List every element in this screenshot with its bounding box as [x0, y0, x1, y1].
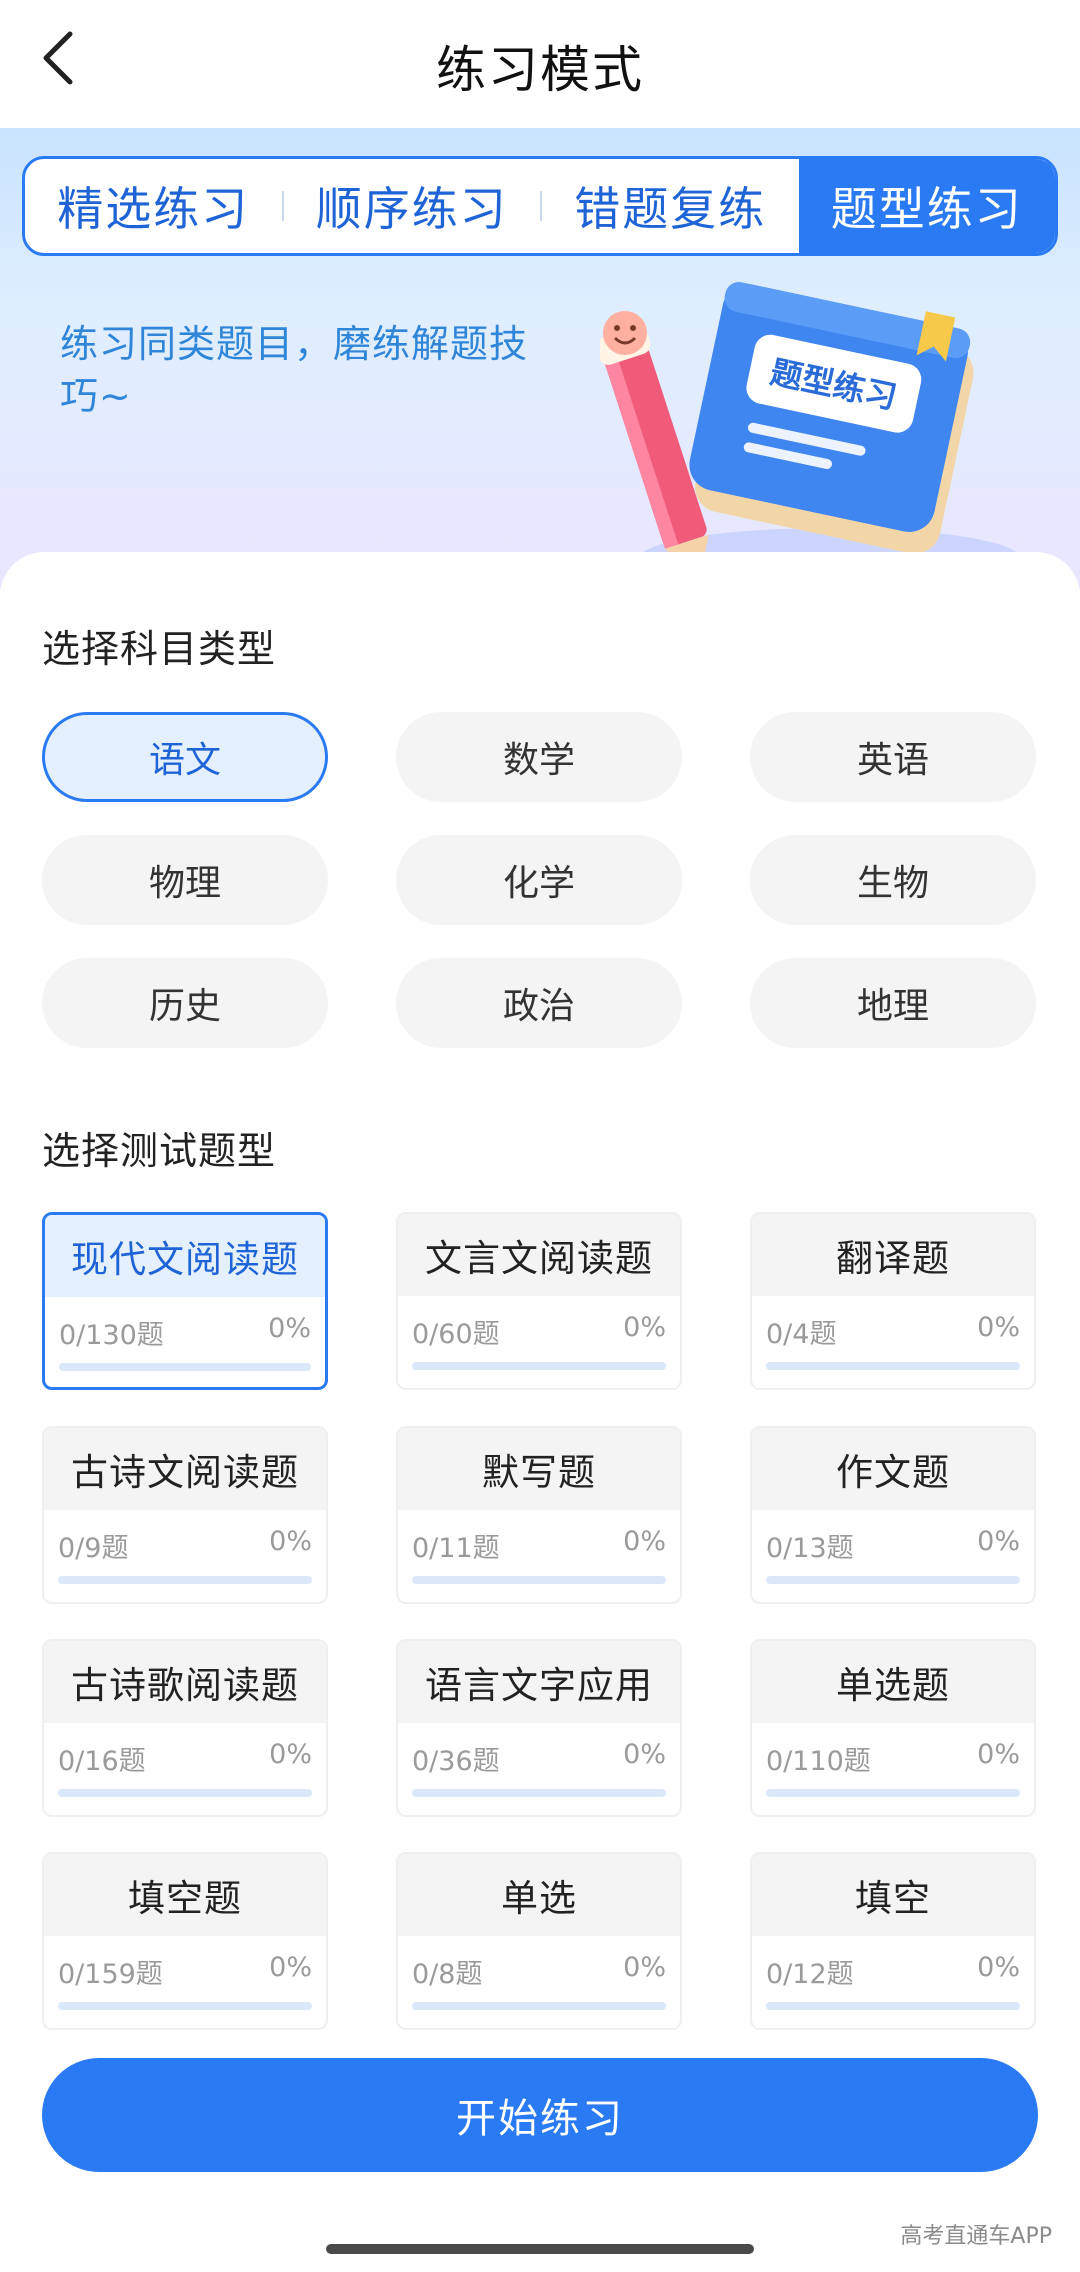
- tab-sequential-practice[interactable]: 顺序练习: [284, 159, 541, 253]
- question-count: 0/36题: [412, 1746, 500, 1777]
- question-type-card[interactable]: 文言文阅读题 0/60题 0%: [396, 1212, 682, 1390]
- question-type-label: 填空题: [44, 1854, 326, 1936]
- progress-bar: [412, 1362, 666, 1370]
- progress-percent: 0%: [269, 1739, 312, 1770]
- page-title: 练习模式: [436, 41, 644, 99]
- question-type-card[interactable]: 单选 0/8题 0%: [396, 1852, 682, 2030]
- question-count: 0/130题: [59, 1320, 164, 1351]
- question-type-label: 作文题: [752, 1428, 1034, 1510]
- question-count: 0/9题: [58, 1533, 129, 1564]
- progress-percent: 0%: [623, 1739, 666, 1770]
- question-type-card[interactable]: 填空题 0/159题 0%: [42, 1852, 328, 2030]
- progress-bar: [412, 1789, 666, 1797]
- question-type-label: 古诗文阅读题: [44, 1428, 326, 1510]
- progress-bar: [412, 1576, 666, 1584]
- question-count: 0/110题: [766, 1746, 871, 1777]
- question-type-label: 填空: [752, 1854, 1034, 1936]
- subject-section-title: 选择科目类型: [42, 627, 277, 671]
- tab-featured-practice[interactable]: 精选练习: [25, 159, 282, 253]
- progress-percent: 0%: [623, 1526, 666, 1557]
- question-type-card[interactable]: 古诗歌阅读题 0/16题 0%: [42, 1639, 328, 1817]
- progress-bar: [766, 1362, 1020, 1370]
- progress-percent: 0%: [623, 1952, 666, 1983]
- progress-percent: 0%: [977, 1312, 1020, 1343]
- progress-percent: 0%: [977, 1526, 1020, 1557]
- progress-bar: [412, 2002, 666, 2010]
- tab-mistake-review[interactable]: 错题复练: [542, 159, 799, 253]
- subject-chip[interactable]: 化学: [396, 835, 682, 925]
- progress-bar: [58, 2002, 312, 2010]
- start-practice-button[interactable]: 开始练习: [42, 2058, 1038, 2172]
- question-type-section-title: 选择测试题型: [42, 1129, 277, 1173]
- question-type-card[interactable]: 默写题 0/11题 0%: [396, 1426, 682, 1604]
- progress-percent: 0%: [977, 1952, 1020, 1983]
- question-type-card[interactable]: 现代文阅读题 0/130题 0%: [42, 1212, 328, 1390]
- selection-panel: 选择科目类型 语文 数学 英语 物理 化学 生物 历史 政治 地理 选择测试题型…: [0, 552, 1080, 2272]
- progress-bar: [58, 1789, 312, 1797]
- question-type-label: 单选: [398, 1854, 680, 1936]
- hero-banner: 精选练习 顺序练习 错题复练 题型练习 练习同类题目，磨练解题技巧~ 题型练习: [0, 128, 1080, 588]
- subject-chip[interactable]: 英语: [750, 712, 1036, 802]
- question-type-label: 默写题: [398, 1428, 680, 1510]
- question-count: 0/60题: [412, 1319, 500, 1350]
- home-indicator-bar[interactable]: [326, 2244, 754, 2254]
- progress-bar: [59, 1363, 311, 1371]
- question-count: 0/8题: [412, 1959, 483, 1990]
- question-type-card[interactable]: 语言文字应用 0/36题 0%: [396, 1639, 682, 1817]
- question-type-label: 现代文阅读题: [45, 1215, 325, 1297]
- question-type-label: 古诗歌阅读题: [44, 1641, 326, 1723]
- question-type-card[interactable]: 填空 0/12题 0%: [750, 1852, 1036, 2030]
- question-type-label: 翻译题: [752, 1214, 1034, 1296]
- question-count: 0/11题: [412, 1533, 500, 1564]
- progress-percent: 0%: [623, 1312, 666, 1343]
- question-count: 0/16题: [58, 1746, 146, 1777]
- progress-bar: [766, 1576, 1020, 1584]
- progress-bar: [58, 1576, 312, 1584]
- question-count: 0/159题: [58, 1959, 163, 1990]
- question-type-label: 单选题: [752, 1641, 1034, 1723]
- question-type-card[interactable]: 翻译题 0/4题 0%: [750, 1212, 1036, 1390]
- progress-bar: [766, 1789, 1020, 1797]
- progress-percent: 0%: [977, 1739, 1020, 1770]
- question-type-label: 语言文字应用: [398, 1641, 680, 1723]
- app-watermark: 高考直通车APP: [900, 2224, 1052, 2249]
- subject-chip[interactable]: 生物: [750, 835, 1036, 925]
- tab-question-type-practice[interactable]: 题型练习: [798, 159, 1055, 253]
- top-nav-bar: 练习模式: [0, 0, 1080, 128]
- subject-chip[interactable]: 语文: [42, 712, 328, 802]
- mode-tabs: 精选练习 顺序练习 错题复练 题型练习: [22, 156, 1058, 256]
- question-type-card[interactable]: 单选题 0/110题 0%: [750, 1639, 1036, 1817]
- question-type-card[interactable]: 作文题 0/13题 0%: [750, 1426, 1036, 1604]
- progress-bar: [766, 2002, 1020, 2010]
- question-count: 0/4题: [766, 1319, 837, 1350]
- subject-chip[interactable]: 政治: [396, 958, 682, 1048]
- subject-chip[interactable]: 历史: [42, 958, 328, 1048]
- progress-percent: 0%: [269, 1526, 312, 1557]
- progress-percent: 0%: [269, 1952, 312, 1983]
- subject-chip[interactable]: 数学: [396, 712, 682, 802]
- question-type-label: 文言文阅读题: [398, 1214, 680, 1296]
- hero-description: 练习同类题目，磨练解题技巧~: [60, 322, 529, 418]
- subject-chip[interactable]: 物理: [42, 835, 328, 925]
- book-pencil-illustration: 题型练习: [600, 282, 1020, 588]
- question-count: 0/12题: [766, 1959, 854, 1990]
- question-type-card[interactable]: 古诗文阅读题 0/9题 0%: [42, 1426, 328, 1604]
- question-count: 0/13题: [766, 1533, 854, 1564]
- progress-percent: 0%: [268, 1313, 311, 1344]
- subject-chip[interactable]: 地理: [750, 958, 1036, 1048]
